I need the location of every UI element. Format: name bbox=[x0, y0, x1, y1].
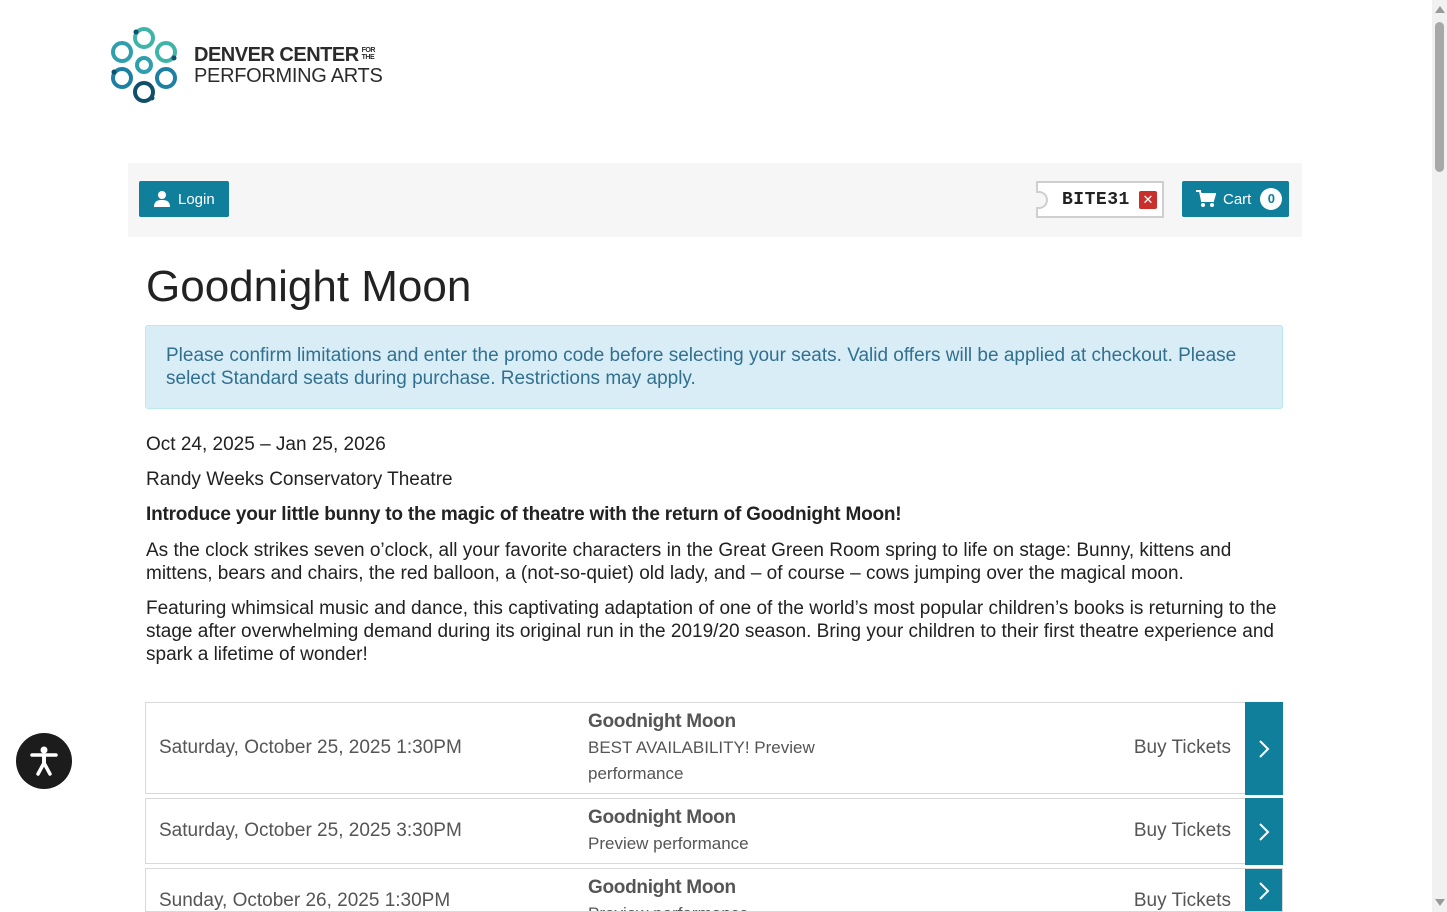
close-icon[interactable]: ✕ bbox=[1139, 191, 1157, 209]
scroll-up-arrow[interactable] bbox=[1435, 6, 1445, 13]
account-toolbar: Login BITE31 ✕ Cart 0 bbox=[128, 163, 1302, 237]
scroll-thumb[interactable] bbox=[1435, 22, 1444, 172]
promo-alert: Please confirm limitations and enter the… bbox=[145, 325, 1283, 409]
event-dates: Oct 24, 2025 – Jan 25, 2026 bbox=[146, 434, 386, 455]
performance-date: Saturday, October 25, 2025 1:30PM bbox=[159, 737, 462, 758]
dcpa-logo-mark bbox=[111, 27, 177, 103]
performance-show: Goodnight Moon bbox=[588, 877, 736, 898]
logo-line2: PERFORMING ARTS bbox=[194, 64, 383, 87]
event-description-1: As the clock strikes seven o’clock, all … bbox=[146, 540, 1232, 584]
performance-description: Preview performance bbox=[588, 834, 749, 853]
chevron-right-icon bbox=[1259, 822, 1270, 841]
performance-row[interactable]: Saturday, October 25, 2025 1:30PM Goodni… bbox=[145, 702, 1283, 795]
cart-count-badge: 0 bbox=[1260, 188, 1283, 210]
logo-for: FOR bbox=[361, 46, 376, 54]
performance-description: Preview performance bbox=[588, 901, 848, 911]
buy-tickets-link[interactable]: Buy Tickets bbox=[1134, 820, 1231, 842]
page-title: Goodnight Moon bbox=[146, 262, 472, 311]
buy-tickets-link[interactable]: Buy Tickets bbox=[1134, 890, 1231, 911]
ticket-notch bbox=[1036, 191, 1048, 209]
performance-row[interactable]: Saturday, October 25, 2025 3:30PM Goodni… bbox=[145, 798, 1283, 865]
accessibility-icon bbox=[30, 746, 58, 776]
performance-show: Goodnight Moon bbox=[588, 711, 736, 732]
cart-icon bbox=[1196, 190, 1216, 207]
performance-description: BEST AVAILABILITY! Preview performance bbox=[588, 738, 815, 783]
event-venue: Randy Weeks Conservatory Theatre bbox=[146, 469, 453, 490]
event-intro: Introduce your little bunny to the magic… bbox=[146, 504, 902, 525]
chevron-right-icon bbox=[1259, 881, 1270, 900]
buy-tickets-button[interactable] bbox=[1245, 798, 1283, 865]
scroll-down-arrow[interactable] bbox=[1435, 899, 1445, 906]
buy-tickets-button[interactable] bbox=[1245, 702, 1283, 795]
login-button[interactable]: Login bbox=[139, 181, 229, 217]
page-scrollbar[interactable] bbox=[1432, 0, 1447, 912]
event-description-2: Featuring whimsical music and dance, thi… bbox=[146, 598, 1277, 665]
logo-wordmark: DENVER CENTER FOR THE PERFORMING ARTS bbox=[194, 45, 383, 86]
logo-the: THE bbox=[361, 53, 375, 61]
performance-row[interactable]: Sunday, October 26, 2025 1:30PM Goodnigh… bbox=[145, 868, 1283, 912]
promo-code-tag: BITE31 ✕ bbox=[1036, 181, 1164, 218]
cart-button[interactable]: Cart 0 bbox=[1182, 181, 1289, 217]
buy-tickets-button[interactable] bbox=[1245, 869, 1282, 911]
performance-date: Saturday, October 25, 2025 3:30PM bbox=[159, 820, 462, 841]
logo-line1: DENVER CENTER bbox=[194, 43, 359, 66]
performance-show: Goodnight Moon bbox=[588, 807, 736, 828]
cart-label: Cart bbox=[1223, 190, 1252, 208]
promo-code: BITE31 bbox=[1062, 189, 1130, 210]
performance-date: Sunday, October 26, 2025 1:30PM bbox=[159, 890, 451, 911]
buy-tickets-link[interactable]: Buy Tickets bbox=[1134, 737, 1231, 759]
site-logo[interactable]: DENVER CENTER FOR THE PERFORMING ARTS bbox=[106, 24, 383, 106]
accessibility-button[interactable] bbox=[16, 733, 72, 789]
login-label: Login bbox=[178, 190, 215, 208]
chevron-right-icon bbox=[1259, 739, 1270, 758]
user-icon bbox=[154, 191, 170, 207]
